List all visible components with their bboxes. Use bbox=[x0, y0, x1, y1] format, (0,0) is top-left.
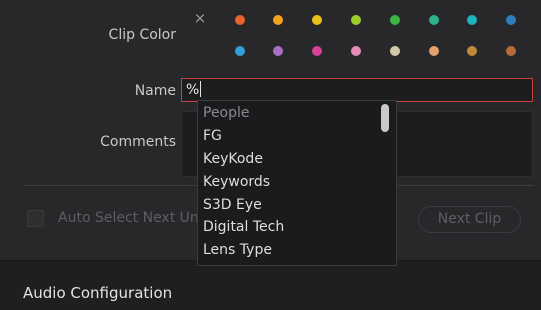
clip-color-swatch[interactable] bbox=[467, 46, 477, 56]
clip-color-swatch[interactable] bbox=[351, 46, 361, 56]
name-input-value: % bbox=[186, 82, 200, 98]
clip-color-swatch[interactable] bbox=[429, 46, 439, 56]
section-title[interactable]: Audio Configuration bbox=[23, 284, 172, 302]
clip-color-swatch[interactable] bbox=[235, 15, 245, 25]
dropdown-item-s3d-eye[interactable]: S3D Eye bbox=[203, 197, 262, 213]
metadata-field-dropdown[interactable]: People FG KeyKode Keywords S3D Eye Digit… bbox=[197, 100, 397, 266]
clip-color-swatch[interactable] bbox=[467, 15, 477, 25]
dropdown-item-fg[interactable]: FG bbox=[203, 128, 222, 144]
text-caret bbox=[200, 81, 202, 97]
clip-color-swatch[interactable] bbox=[273, 15, 283, 25]
name-input[interactable]: % bbox=[181, 78, 533, 102]
name-label: Name bbox=[134, 83, 176, 99]
clip-color-swatch[interactable] bbox=[312, 46, 322, 56]
dropdown-item-keykode[interactable]: KeyKode bbox=[203, 151, 263, 167]
dropdown-item-digital-tech[interactable]: Digital Tech bbox=[203, 219, 284, 235]
dropdown-item-lens-type[interactable]: Lens Type bbox=[203, 242, 272, 258]
clip-attributes-panel: Clip Color × Name % Comments Auto Select… bbox=[0, 0, 541, 310]
clip-color-swatch[interactable] bbox=[235, 46, 245, 56]
dropdown-item-keywords[interactable]: Keywords bbox=[203, 174, 270, 190]
clip-color-swatch[interactable] bbox=[312, 15, 322, 25]
dropdown-item-people[interactable]: People bbox=[203, 105, 250, 121]
clip-color-swatch[interactable] bbox=[351, 15, 361, 25]
auto-select-checkbox[interactable] bbox=[27, 210, 44, 227]
clip-color-swatch[interactable] bbox=[429, 15, 439, 25]
clip-color-swatch[interactable] bbox=[273, 46, 283, 56]
clip-color-label: Clip Color bbox=[108, 27, 176, 43]
next-clip-button[interactable]: Next Clip bbox=[418, 206, 521, 233]
clip-color-swatch[interactable] bbox=[506, 15, 516, 25]
dropdown-scrollbar[interactable] bbox=[381, 104, 389, 132]
clip-color-swatch[interactable] bbox=[390, 15, 400, 25]
close-icon[interactable]: × bbox=[193, 11, 207, 26]
clip-color-swatch[interactable] bbox=[506, 46, 516, 56]
comments-label: Comments bbox=[100, 134, 176, 150]
clip-color-swatch[interactable] bbox=[390, 46, 400, 56]
